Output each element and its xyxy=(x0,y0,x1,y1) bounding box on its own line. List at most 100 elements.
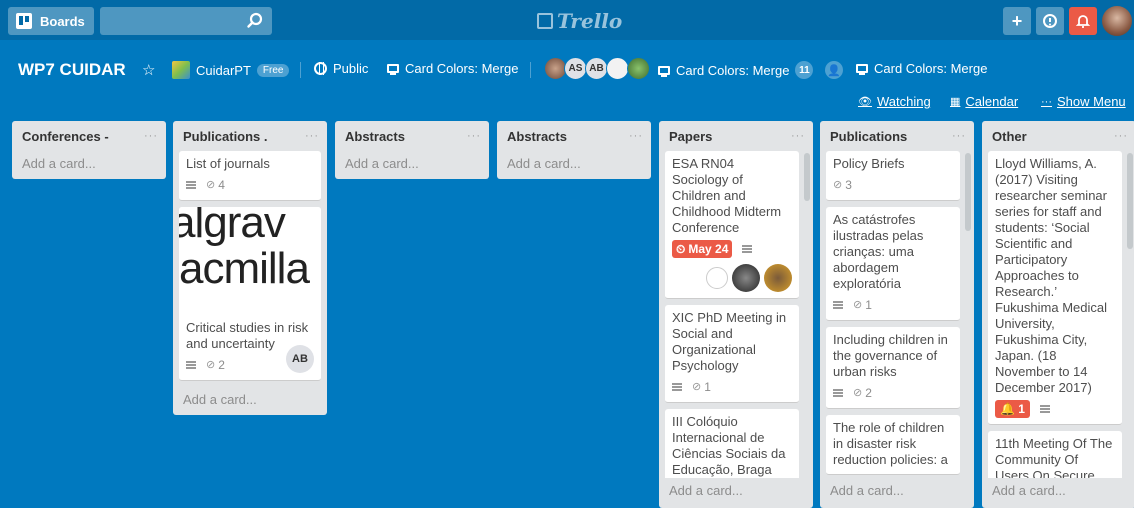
card-badges: ⊘ 4 xyxy=(186,176,314,194)
due-date-badge: ⏲ May 24 xyxy=(672,240,733,258)
card-badges: ⏲ May 24 xyxy=(672,240,792,258)
team-name: CuidarPT xyxy=(196,62,251,78)
member-avatar[interactable] xyxy=(627,57,650,80)
card[interactable]: III Colóquio Internacional de Ciências S… xyxy=(665,409,799,478)
attachment-badge: ⊘ 1 xyxy=(692,379,711,395)
monitor-icon xyxy=(387,64,399,75)
list-title[interactable]: Abstracts xyxy=(507,129,567,144)
list-title[interactable]: Publications xyxy=(830,129,907,144)
clock-icon: ⏲ xyxy=(676,242,686,256)
list-menu-icon[interactable]: ··· xyxy=(629,130,643,142)
add-card-button[interactable]: Add a card... xyxy=(335,151,489,179)
card-badges: ⊘ 1 xyxy=(833,296,953,314)
add-card-button[interactable]: Add a card... xyxy=(497,151,651,179)
info-button[interactable] xyxy=(1036,7,1064,35)
powerup-card-colors-3[interactable]: Card Colors: Merge xyxy=(856,61,987,76)
card-title: Including children in the governance of … xyxy=(833,332,948,379)
card-title: List of journals xyxy=(186,156,270,171)
member-avatar-as[interactable]: AS xyxy=(564,57,587,80)
globe-icon xyxy=(314,62,327,75)
card[interactable]: Including children in the governance of … xyxy=(826,327,960,409)
card-title: Lloyd Williams, A. (2017) Visiting resea… xyxy=(995,156,1107,395)
description-icon xyxy=(833,301,843,309)
list-menu-icon[interactable]: ··· xyxy=(144,130,158,142)
card[interactable]: 11th Meeting Of The Community Of Users O… xyxy=(988,431,1122,478)
list-title[interactable]: Publications . xyxy=(183,129,268,144)
member-avatar-icon[interactable] xyxy=(606,57,629,80)
paperclip-icon: ⊘ xyxy=(692,381,702,393)
card-members xyxy=(672,264,792,292)
add-card-button[interactable]: Add a card... xyxy=(173,387,327,415)
list-scrollbar[interactable] xyxy=(965,153,971,231)
card[interactable]: As catástrofes ilustradas pelas crianças… xyxy=(826,207,960,321)
add-button[interactable]: + xyxy=(1003,7,1031,35)
list-title[interactable]: Conferences - xyxy=(22,129,109,144)
board-title[interactable]: WP7 CUIDAR xyxy=(18,60,126,80)
list-menu-icon[interactable]: ··· xyxy=(467,130,481,142)
member-count-badge: 11 xyxy=(795,61,814,79)
list-header: Other ··· xyxy=(982,121,1134,151)
card[interactable]: Policy Briefs ⊘ 3 xyxy=(826,151,960,201)
list-scrollbar[interactable] xyxy=(804,153,810,201)
powerup-card-colors-2[interactable]: Card Colors: Merge 11 xyxy=(658,61,814,79)
attachment-badge: ⊘ 3 xyxy=(833,177,852,193)
list-menu-icon[interactable]: ··· xyxy=(952,130,966,142)
person-add-icon: 👤 xyxy=(825,61,843,79)
card-member-avatar[interactable]: AB xyxy=(286,345,314,373)
card-member-avatar[interactable] xyxy=(706,267,728,289)
calendar-label: Calendar xyxy=(965,94,1019,109)
card[interactable]: The role of children in disaster risk re… xyxy=(826,415,960,475)
calendar-link[interactable]: ▦ Calendar xyxy=(950,94,1018,109)
paperclip-icon: ⊘ xyxy=(833,179,843,191)
list-header: Publications . ··· xyxy=(173,121,327,151)
add-card-button[interactable]: Add a card... xyxy=(982,478,1134,506)
card-title: As catástrofes ilustradas pelas crianças… xyxy=(833,212,924,291)
attachment-badge: ⊘ 2 xyxy=(206,357,225,373)
list-title[interactable]: Abstracts xyxy=(345,129,405,144)
trello-logo[interactable]: Trello xyxy=(537,9,622,33)
add-card-button[interactable]: Add a card... xyxy=(12,151,166,179)
paperclip-icon: ⊘ xyxy=(853,299,863,311)
list-title[interactable]: Papers xyxy=(669,129,712,144)
show-menu-link[interactable]: ··· Show Menu xyxy=(1041,94,1126,109)
top-header: Boards Trello + xyxy=(0,0,1134,40)
more-icon: ··· xyxy=(1041,95,1052,108)
card-member-avatar[interactable] xyxy=(764,264,792,292)
visibility-label: Public xyxy=(333,61,369,76)
card[interactable]: algrav acmilla Critical studies in risk … xyxy=(179,207,321,381)
card-badges: 🔔 1 xyxy=(995,400,1115,418)
add-card-button[interactable]: Add a card... xyxy=(820,478,974,506)
boards-button[interactable]: Boards xyxy=(8,7,94,35)
card[interactable]: ESA RN04 Sociology of Children and Child… xyxy=(665,151,799,299)
add-card-button[interactable]: Add a card... xyxy=(659,478,813,506)
card[interactable]: XIC PhD Meeting in Social and Organizati… xyxy=(665,305,799,403)
trello-logo-text: Trello xyxy=(557,9,623,33)
list-menu-icon[interactable]: ··· xyxy=(791,130,805,142)
team-link[interactable]: CuidarPT Free xyxy=(172,61,290,79)
list-header: Abstracts ··· xyxy=(335,121,489,151)
list-menu-icon[interactable]: ··· xyxy=(305,130,319,142)
list-header: Conferences - ··· xyxy=(12,121,166,151)
watching-link[interactable]: 👁 Watching xyxy=(858,94,931,109)
list-menu-icon[interactable]: ··· xyxy=(1114,130,1128,142)
monitor-icon xyxy=(658,65,670,77)
boards-icon xyxy=(16,13,32,29)
card[interactable]: List of journals ⊘ 4 xyxy=(179,151,321,201)
list-scrollbar[interactable] xyxy=(1127,153,1133,249)
list-title[interactable]: Other xyxy=(992,129,1027,144)
powerup-card-colors-1[interactable]: Card Colors: Merge xyxy=(387,61,518,76)
list-papers: Papers ··· ESA RN04 Sociology of Childre… xyxy=(659,121,813,508)
description-icon xyxy=(672,383,682,391)
member-avatar-ab[interactable]: AB xyxy=(585,57,608,80)
alert-count: 1 xyxy=(1018,402,1025,416)
due-date: May 24 xyxy=(688,242,729,256)
search-icon[interactable] xyxy=(246,12,264,30)
card[interactable]: Lloyd Williams, A. (2017) Visiting resea… xyxy=(988,151,1122,425)
visibility-button[interactable]: Public xyxy=(314,61,368,76)
list-publications: Publications ··· Policy Briefs ⊘ 3 As cat… xyxy=(820,121,974,508)
invite-button[interactable]: 👤 xyxy=(825,61,843,79)
card-member-avatar[interactable] xyxy=(732,264,760,292)
star-icon[interactable]: ☆ xyxy=(142,61,155,79)
user-avatar[interactable] xyxy=(1102,6,1132,36)
notifications-button[interactable] xyxy=(1069,7,1097,35)
